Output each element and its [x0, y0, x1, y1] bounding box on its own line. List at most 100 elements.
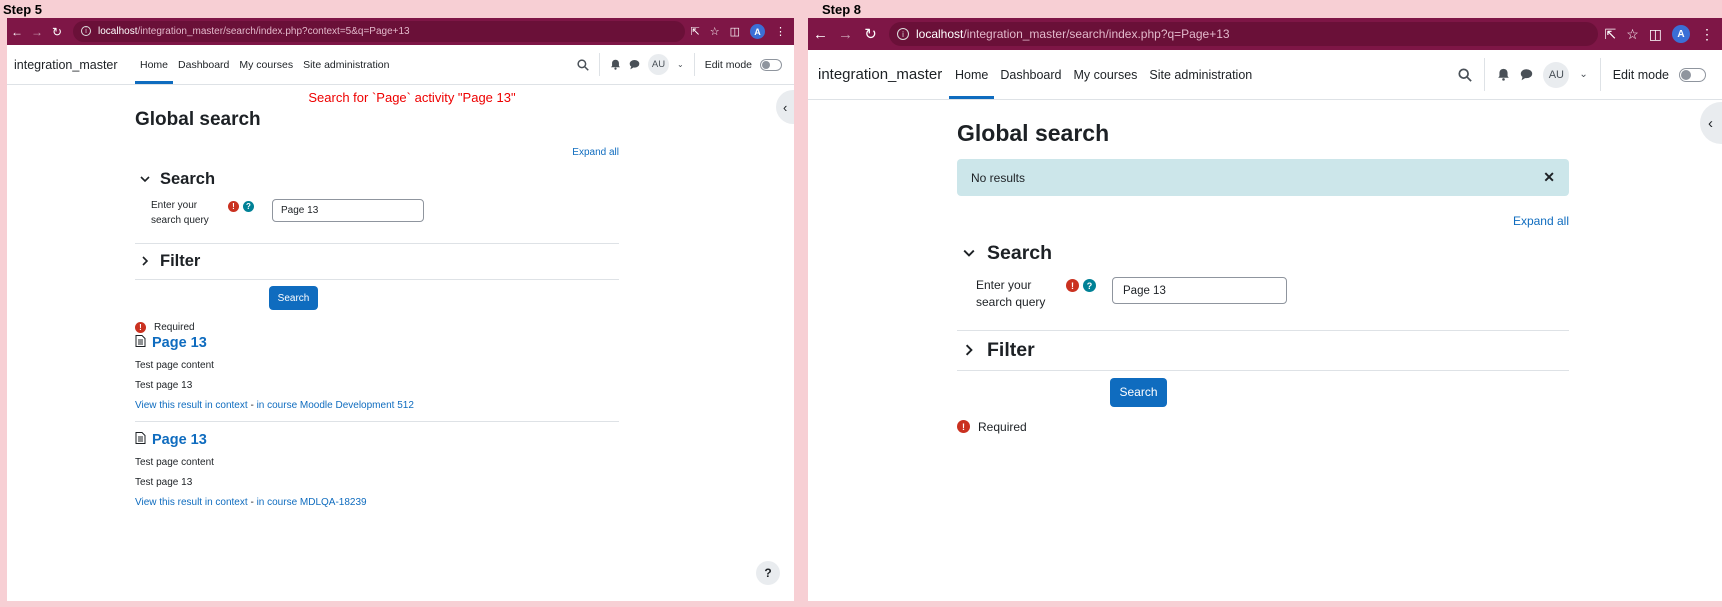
share-icon[interactable]: ⇱	[1604, 26, 1616, 43]
required-label: Required	[978, 419, 1027, 434]
result-title[interactable]: Page 13	[135, 432, 619, 448]
site-info-icon[interactable]: i	[81, 26, 91, 37]
step8-screenshot: ← → ↻ i localhost/integration_master/sea…	[808, 18, 1722, 601]
reload-icon[interactable]: ↻	[858, 25, 883, 43]
view-in-context-link[interactable]: View this result in context	[135, 497, 248, 508]
result-description: Test page 13	[135, 477, 193, 488]
bell-icon[interactable]	[1497, 68, 1510, 81]
result-title-text[interactable]: Page 13	[152, 432, 207, 448]
nav-home[interactable]: Home	[135, 45, 174, 84]
result-links: View this result in context - in course …	[135, 497, 619, 508]
result-links: View this result in context - in course …	[135, 400, 619, 411]
search-section-title: Search	[987, 242, 1053, 264]
search-query-input[interactable]: Page 13	[1112, 277, 1287, 304]
view-in-context-link[interactable]: View this result in context	[135, 400, 248, 411]
no-results-alert: No results ✕	[957, 159, 1569, 196]
nav-home[interactable]: Home	[949, 50, 995, 99]
drawer-toggle[interactable]: ‹	[776, 90, 794, 124]
drawer-toggle[interactable]: ‹	[1700, 102, 1722, 144]
profile-avatar[interactable]: A	[750, 24, 765, 39]
search-result: Page 13 Test page content Test page 13 V…	[135, 432, 619, 508]
step-label: Step 5	[3, 2, 43, 17]
expand-all-link[interactable]: Expand all	[135, 147, 619, 158]
url-path: /integration_master/search/index.php?con…	[137, 25, 410, 37]
chevron-down-icon[interactable]: ⌄	[1579, 69, 1587, 80]
chevron-down-icon[interactable]: ⌄	[677, 60, 684, 69]
filter-section-title: Filter	[987, 338, 1035, 361]
nav-dashboard[interactable]: Dashboard	[173, 45, 234, 84]
edit-mode-toggle[interactable]	[760, 58, 782, 71]
site-info-icon[interactable]: i	[897, 28, 909, 40]
help-button[interactable]: ?	[756, 561, 780, 585]
kebab-menu-icon[interactable]: ⋮	[775, 25, 786, 38]
edit-mode-label: Edit mode	[1612, 67, 1669, 82]
site-brand[interactable]: integration_master	[808, 50, 949, 99]
address-bar[interactable]: i localhost/integration_master/search/in…	[889, 21, 1599, 47]
forward-icon[interactable]: →	[833, 26, 858, 43]
result-description: Test page 13	[135, 380, 193, 391]
avatar[interactable]: AU	[648, 54, 670, 75]
search-section-header[interactable]: Search	[135, 170, 619, 189]
required-label: Required	[154, 322, 195, 333]
page-document-icon	[135, 432, 146, 448]
back-icon[interactable]: ←	[7, 25, 27, 39]
nav-site-administration[interactable]: Site administration	[1143, 50, 1258, 99]
search-query-input[interactable]: Page 13	[272, 199, 424, 222]
url-host: localhost	[98, 25, 138, 37]
edit-mode-toggle[interactable]	[1679, 67, 1706, 82]
divider	[135, 421, 619, 422]
course-link[interactable]: in course MDLQA-18239	[257, 497, 367, 508]
side-panel-icon[interactable]: ◫	[1649, 26, 1662, 43]
course-link[interactable]: in course Moodle Development 512	[257, 400, 414, 411]
chat-icon[interactable]	[1520, 68, 1533, 81]
search-button[interactable]: Search	[269, 286, 318, 310]
nav-dashboard[interactable]: Dashboard	[994, 50, 1067, 99]
avatar[interactable]: AU	[1543, 61, 1570, 88]
back-icon[interactable]: ←	[808, 26, 833, 43]
result-content: Test page content	[135, 360, 214, 371]
page-title: Global search	[957, 120, 1110, 146]
query-label: Enter your search query	[976, 278, 1046, 310]
search-icon[interactable]	[1458, 67, 1473, 82]
search-section-header[interactable]: Search	[957, 242, 1569, 265]
url-host: localhost	[916, 27, 964, 41]
close-icon[interactable]: ✕	[1543, 169, 1555, 186]
star-icon[interactable]: ☆	[1626, 26, 1639, 43]
result-title[interactable]: Page 13	[135, 335, 619, 351]
step-annotation: Search for `Page` activity "Page 13"	[308, 90, 516, 105]
help-question-icon[interactable]: ?	[1083, 279, 1096, 292]
filter-section-header[interactable]: Filter	[957, 339, 1569, 362]
nav-site-administration[interactable]: Site administration	[298, 45, 394, 84]
required-exclamation-icon: !	[957, 420, 970, 434]
divider	[957, 369, 1569, 371]
filter-section-header[interactable]: Filter	[135, 252, 619, 271]
step-label: Step 8	[822, 2, 862, 17]
chat-icon[interactable]	[629, 59, 640, 70]
edit-mode-label: Edit mode	[704, 58, 752, 71]
result-title-text[interactable]: Page 13	[152, 335, 207, 351]
site-brand[interactable]: integration_master	[7, 45, 135, 84]
step5-screenshot: ← → ↻ i localhost/integration_master/sea…	[7, 18, 794, 601]
divider	[1484, 58, 1486, 91]
nav-my-courses[interactable]: My courses	[234, 45, 298, 84]
required-note: ! Required	[957, 420, 1569, 434]
kebab-menu-icon[interactable]: ⋮	[1700, 26, 1714, 43]
search-button[interactable]: Search	[1110, 377, 1167, 407]
expand-all-link[interactable]: Expand all	[957, 214, 1569, 228]
share-icon[interactable]: ⇱	[691, 25, 700, 38]
profile-avatar[interactable]: A	[1672, 25, 1690, 43]
filter-section-title: Filter	[160, 252, 201, 270]
nav-my-courses[interactable]: My courses	[1068, 50, 1144, 99]
reload-icon[interactable]: ↻	[47, 25, 67, 39]
required-exclamation-icon: !	[1066, 279, 1079, 292]
chevron-left-icon: ‹	[1708, 114, 1713, 132]
divider	[135, 243, 619, 244]
forward-icon[interactable]: →	[27, 25, 47, 39]
address-bar[interactable]: i localhost/integration_master/search/in…	[73, 21, 685, 42]
bell-icon[interactable]	[610, 59, 621, 70]
help-question-icon[interactable]: ?	[243, 201, 254, 212]
divider	[599, 53, 601, 76]
search-icon[interactable]	[577, 58, 589, 71]
side-panel-icon[interactable]: ◫	[730, 25, 740, 38]
star-icon[interactable]: ☆	[710, 25, 720, 38]
